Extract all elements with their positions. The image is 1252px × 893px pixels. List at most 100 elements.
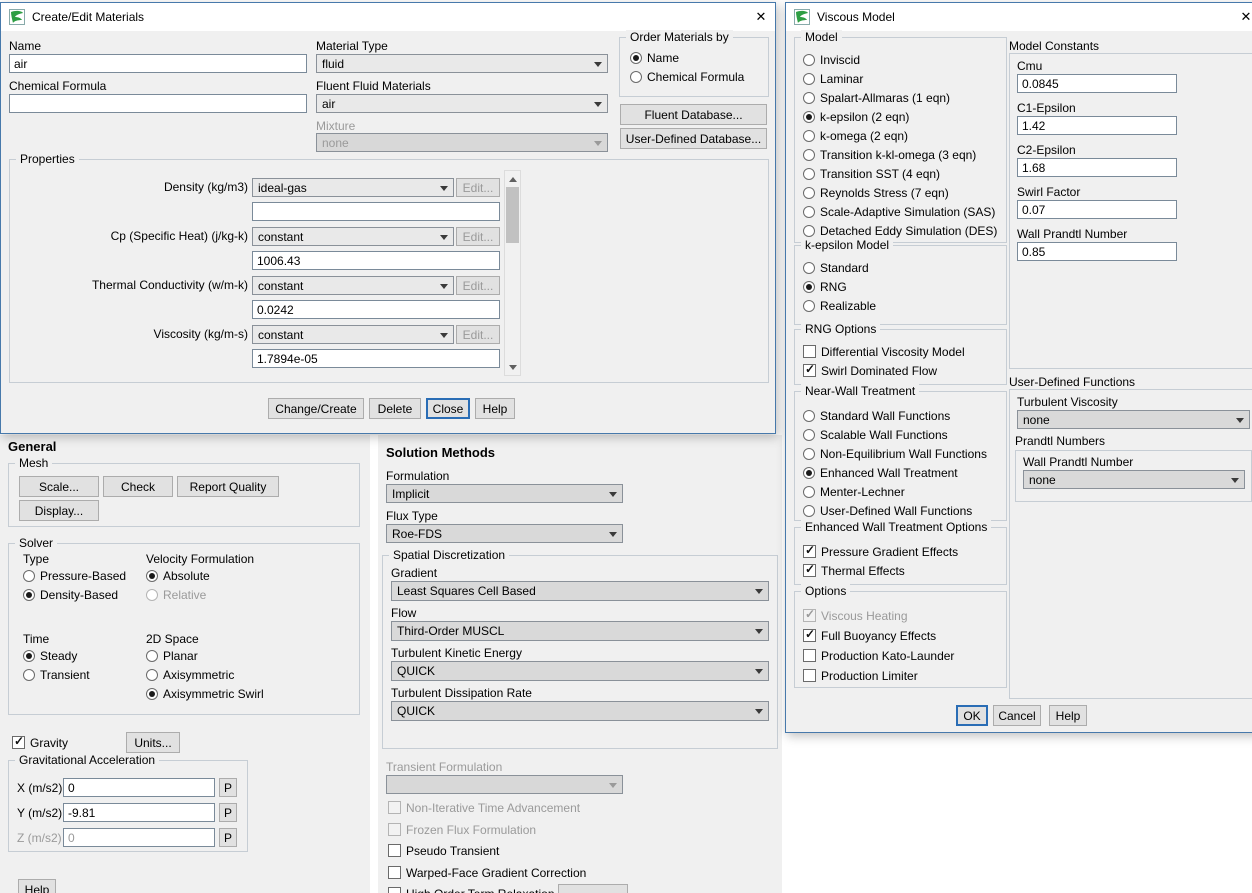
thermal-conductivity-combo[interactable]: constant <box>252 276 454 295</box>
space-planar[interactable]: Planar <box>146 648 198 663</box>
nw-menter-lechner[interactable]: Menter-Lechner <box>803 484 905 499</box>
turbulent-dissipation-rate-combo[interactable]: QUICK <box>391 701 769 721</box>
ok-button[interactable]: OK <box>956 705 988 726</box>
y-accel-input[interactable] <box>63 803 215 822</box>
time-steady[interactable]: Steady <box>23 648 77 663</box>
model-reynolds-stress[interactable]: Reynolds Stress (7 eqn) <box>803 185 949 200</box>
density-edit-button[interactable]: Edit... <box>456 178 500 197</box>
y-accel-p-button[interactable]: P <box>219 803 237 822</box>
model-inviscid[interactable]: Inviscid <box>803 52 860 67</box>
flow-combo[interactable]: Third-Order MUSCL <box>391 621 769 641</box>
density-combo[interactable]: ideal-gas <box>252 178 454 197</box>
turbulent-kinetic-energy-combo[interactable]: QUICK <box>391 661 769 681</box>
ke-standard[interactable]: Standard <box>803 260 869 275</box>
model-k-omega[interactable]: k-omega (2 eqn) <box>803 128 908 143</box>
nw-non-equilibrium-wall-functions[interactable]: Non-Equilibrium Wall Functions <box>803 446 987 461</box>
materials-titlebar[interactable]: Create/Edit Materials <box>1 3 775 31</box>
close-button[interactable]: Close <box>426 398 470 419</box>
nw-enhanced-wall-treatment[interactable]: Enhanced Wall Treatment <box>803 465 958 480</box>
flux-type-combo[interactable]: Roe-FDS <box>386 524 623 543</box>
properties-scrollbar[interactable] <box>504 170 521 376</box>
x-accel-input[interactable] <box>63 778 215 797</box>
udf-wall-prandtl-combo[interactable]: none <box>1023 470 1245 489</box>
non-iterative-time-advancement-checkbox[interactable]: Non-Iterative Time Advancement <box>388 800 580 815</box>
solver-type-density-based[interactable]: Density-Based <box>23 587 118 602</box>
model-k-epsilon[interactable]: k-epsilon (2 eqn) <box>803 109 909 124</box>
model-transition-sst[interactable]: Transition SST (4 eqn) <box>803 166 940 181</box>
check-button[interactable]: Check <box>103 476 173 497</box>
space-axisymmetric-swirl[interactable]: Axisymmetric Swirl <box>146 686 264 701</box>
swirl-factor-input[interactable] <box>1017 200 1177 219</box>
warped-face-gradient-correction-checkbox[interactable]: Warped-Face Gradient Correction <box>388 865 586 880</box>
thermal-effects-checkbox[interactable]: Thermal Effects <box>803 562 905 578</box>
differential-viscosity-checkbox[interactable]: Differential Viscosity Model <box>803 344 965 359</box>
general-help-button[interactable]: Help <box>18 879 56 893</box>
nw-user-defined-wall-functions[interactable]: User-Defined Wall Functions <box>803 503 972 518</box>
z-accel-input[interactable] <box>63 828 215 847</box>
c1-epsilon-input[interactable] <box>1017 116 1177 135</box>
wall-prandtl-number-input[interactable] <box>1017 242 1177 261</box>
formulation-combo[interactable]: Implicit <box>386 484 623 503</box>
viscous-heating-checkbox[interactable]: Viscous Heating <box>803 607 908 623</box>
viscosity-edit-button[interactable]: Edit... <box>456 325 500 344</box>
thermal-conductivity-value-input[interactable] <box>252 300 500 319</box>
fluent-database-button[interactable]: Fluent Database... <box>620 104 767 125</box>
density-value-input[interactable] <box>252 202 500 221</box>
solver-type-pressure-based[interactable]: Pressure-Based <box>23 568 126 583</box>
scroll-thumb[interactable] <box>506 187 519 243</box>
ke-rng[interactable]: RNG <box>803 279 847 294</box>
viscous-titlebar[interactable]: Viscous Model <box>786 3 1252 31</box>
cp-edit-button[interactable]: Edit... <box>456 227 500 246</box>
viscous-help-button[interactable]: Help <box>1049 705 1087 726</box>
model-des[interactable]: Detached Eddy Simulation (DES) <box>803 223 997 238</box>
name-input[interactable] <box>9 54 307 73</box>
display-button[interactable]: Display... <box>19 500 99 521</box>
frozen-flux-formulation-checkbox[interactable]: Frozen Flux Formulation <box>388 822 536 837</box>
delete-button[interactable]: Delete <box>369 398 421 419</box>
scale-button[interactable]: Scale... <box>19 476 99 497</box>
production-kato-launder-checkbox[interactable]: Production Kato-Launder <box>803 648 954 663</box>
report-quality-button[interactable]: Report Quality <box>177 476 279 497</box>
gravity-checkbox[interactable]: Gravity <box>12 734 68 750</box>
ke-realizable[interactable]: Realizable <box>803 298 876 313</box>
mixture-combo[interactable]: none <box>316 133 608 152</box>
order-by-chemical-formula[interactable]: Chemical Formula <box>630 69 744 84</box>
user-defined-database-button[interactable]: User-Defined Database... <box>620 128 767 149</box>
cp-value-input[interactable] <box>252 251 500 270</box>
swirl-dominated-flow-checkbox[interactable]: Swirl Dominated Flow <box>803 362 937 378</box>
chemical-formula-input[interactable] <box>9 94 307 113</box>
viscous-close-icon[interactable]: ✕ <box>1230 3 1252 31</box>
production-limiter-checkbox[interactable]: Production Limiter <box>803 668 918 683</box>
materials-help-button[interactable]: Help <box>475 398 515 419</box>
model-laminar[interactable]: Laminar <box>803 71 863 86</box>
velocity-relative[interactable]: Relative <box>146 587 206 602</box>
c2-epsilon-input[interactable] <box>1017 158 1177 177</box>
high-order-options-button[interactable] <box>558 884 628 893</box>
pseudo-transient-checkbox[interactable]: Pseudo Transient <box>388 843 499 858</box>
scroll-up-button[interactable] <box>505 171 520 186</box>
space-axisymmetric[interactable]: Axisymmetric <box>146 667 234 682</box>
pressure-gradient-effects-checkbox[interactable]: Pressure Gradient Effects <box>803 543 958 559</box>
viscosity-value-input[interactable] <box>252 349 500 368</box>
units-button[interactable]: Units... <box>126 732 180 753</box>
z-accel-p-button[interactable]: P <box>219 828 237 847</box>
turbulent-viscosity-combo[interactable]: none <box>1017 410 1250 429</box>
transient-formulation-combo[interactable] <box>386 775 623 794</box>
materials-close-icon[interactable]: ✕ <box>745 3 777 31</box>
order-by-name[interactable]: Name <box>630 50 679 65</box>
x-accel-p-button[interactable]: P <box>219 778 237 797</box>
cancel-button[interactable]: Cancel <box>993 705 1041 726</box>
fluent-fluid-materials-combo[interactable]: air <box>316 94 608 113</box>
model-transition-k-kl-omega[interactable]: Transition k-kl-omega (3 eqn) <box>803 147 976 162</box>
cp-combo[interactable]: constant <box>252 227 454 246</box>
change-create-button[interactable]: Change/Create <box>268 398 364 419</box>
velocity-absolute[interactable]: Absolute <box>146 568 210 583</box>
nw-scalable-wall-functions[interactable]: Scalable Wall Functions <box>803 427 948 442</box>
nw-standard-wall-functions[interactable]: Standard Wall Functions <box>803 408 950 423</box>
material-type-combo[interactable]: fluid <box>316 54 608 73</box>
model-sas[interactable]: Scale-Adaptive Simulation (SAS) <box>803 204 995 219</box>
viscosity-combo[interactable]: constant <box>252 325 454 344</box>
full-buoyancy-effects-checkbox[interactable]: Full Buoyancy Effects <box>803 627 936 643</box>
cmu-input[interactable] <box>1017 74 1177 93</box>
time-transient[interactable]: Transient <box>23 667 90 682</box>
